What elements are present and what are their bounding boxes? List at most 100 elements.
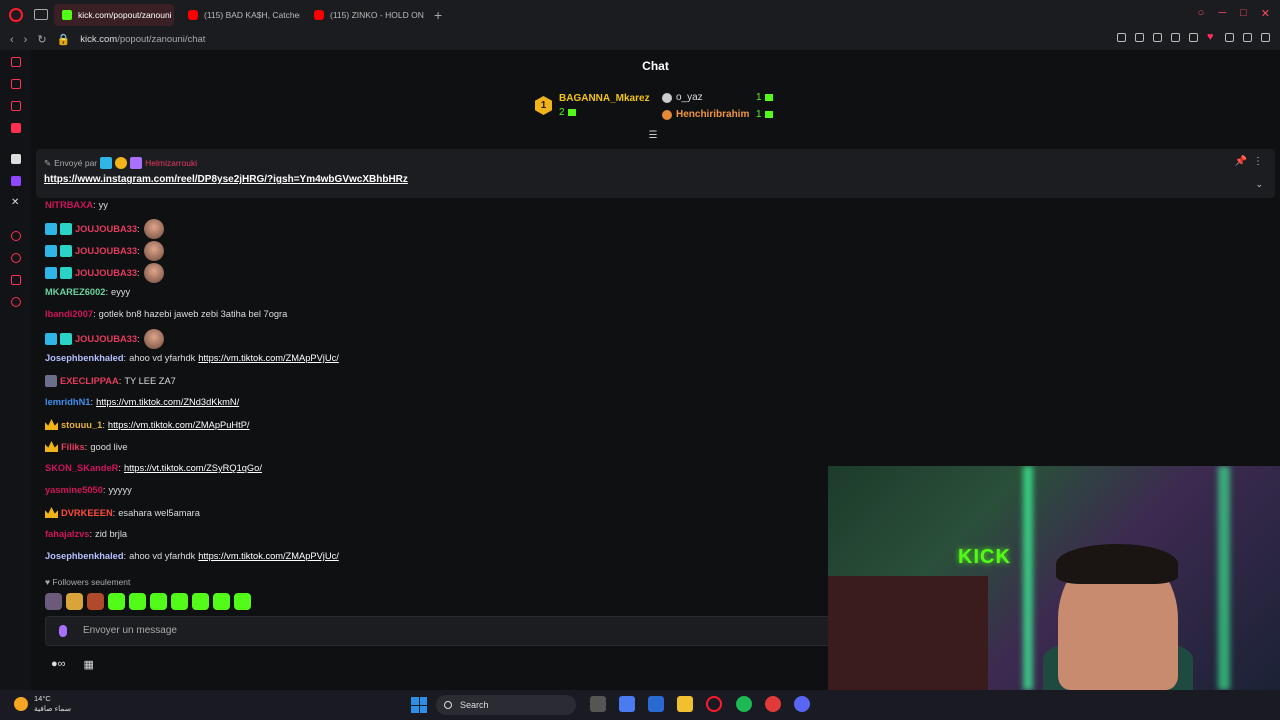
pinned-header: ✎ Envoyé par Helmizarrouki — [44, 157, 197, 169]
x-icon[interactable]: ✕ — [11, 198, 21, 208]
pinned-link[interactable]: https://www.instagram.com/reel/DP8yse2jH… — [44, 174, 408, 185]
chat-username[interactable]: DVRKEEEN — [61, 508, 113, 518]
chat-message-input[interactable]: Envoyer un message — [45, 616, 845, 646]
message-link[interactable]: https://vm.tiktok.com/ZMApPVjUc/ — [198, 551, 339, 561]
leaderboard-user-2[interactable]: o_yaz — [676, 92, 703, 103]
opera-logo-icon[interactable] — [9, 7, 23, 22]
emote-icon[interactable] — [129, 593, 146, 610]
tab-kick-chat[interactable]: kick.com/popout/zanouni — [54, 3, 174, 26]
heart-icon[interactable]: ♥ — [1207, 32, 1216, 43]
chat-username[interactable]: Josephbenkhaled — [45, 353, 124, 363]
emote-icon[interactable] — [66, 593, 83, 610]
store-icon[interactable]: ▦ — [84, 658, 94, 671]
search-tabs-icon[interactable]: ○ — [1198, 7, 1205, 20]
chat-username[interactable]: JOUJOUBA33 — [75, 246, 137, 256]
message-link[interactable]: https://vt.tiktok.com/ZSyRQ1qGo/ — [124, 463, 262, 473]
more-options-icon[interactable]: ⋮ — [1253, 156, 1263, 167]
download-icon[interactable] — [1225, 33, 1234, 42]
tab-youtube-1[interactable]: (115) BAD KA$H, Catcher — [180, 4, 300, 26]
spotify-icon[interactable] — [736, 696, 752, 712]
menu-icon[interactable] — [1261, 33, 1270, 42]
badge-icon — [60, 223, 72, 235]
chat-username[interactable]: fahajalzvs — [45, 529, 89, 539]
minimize-icon[interactable]: ─ — [1218, 7, 1226, 20]
settings-icon[interactable] — [11, 297, 21, 307]
chat-username[interactable]: lemridhN1 — [45, 397, 90, 407]
discord-icon[interactable] — [794, 696, 810, 712]
mic-icon[interactable] — [59, 625, 67, 637]
chat-message: JOUJOUBA33: — [45, 263, 164, 283]
snapshot-icon[interactable] — [1153, 33, 1162, 42]
emote-icon[interactable] — [150, 593, 167, 610]
speed-dial-icon[interactable] — [11, 57, 21, 67]
chat-username[interactable]: Filiks — [61, 442, 85, 452]
chat-username[interactable]: Josephbenkhaled — [45, 551, 124, 561]
tab-menu-icon[interactable] — [34, 9, 48, 20]
emote-icon[interactable] — [234, 593, 251, 610]
chat-title: Chat — [642, 59, 669, 73]
tab-youtube-2[interactable]: (115) ZINKO - HOLD ON - — [306, 4, 426, 26]
emote-icon[interactable] — [45, 593, 62, 610]
chat-message: JOUJOUBA33: — [45, 241, 164, 261]
player-icon[interactable] — [1189, 33, 1198, 42]
new-tab-icon[interactable]: + — [434, 7, 442, 23]
message-link[interactable]: https://vm.tiktok.com/ZMApPVjUc/ — [198, 353, 339, 363]
pinboard-icon[interactable] — [11, 275, 21, 285]
history-icon[interactable] — [11, 253, 21, 263]
profile-icon[interactable] — [1243, 33, 1252, 42]
twitch-icon[interactable] — [11, 176, 21, 186]
forward-icon[interactable]: › — [24, 34, 28, 46]
taskbar-search[interactable]: Search — [436, 695, 576, 715]
file-explorer-icon[interactable] — [677, 696, 693, 712]
pinned-user[interactable]: Helmizarrouki — [145, 158, 197, 168]
leaderboard-user-1[interactable]: BAGANNA_Mkarez — [559, 93, 650, 104]
bag-icon[interactable] — [11, 79, 21, 89]
message-link[interactable]: https://vm.tiktok.com/ZNd3dKkmN/ — [96, 397, 239, 407]
app-icon[interactable] — [765, 696, 781, 712]
chat-username[interactable]: stouuu_1 — [61, 420, 102, 430]
chat-username[interactable]: Ibandi2007 — [45, 309, 93, 319]
maximize-icon[interactable]: □ — [1240, 7, 1247, 20]
collapse-leaderboard-icon[interactable]: ☰ — [647, 131, 659, 141]
chat-username[interactable]: NITRBAXA — [45, 200, 93, 210]
chat-username[interactable]: yasmine5050 — [45, 485, 103, 495]
chat-username[interactable]: JOUJOUBA33 — [75, 334, 137, 344]
weather-widget[interactable]: 14°C سماء صافية — [14, 694, 71, 714]
reload-icon[interactable]: ↻ — [37, 33, 46, 46]
emote-icon[interactable] — [192, 593, 209, 610]
store-app-icon[interactable] — [648, 696, 664, 712]
bookmark-icon[interactable] — [1135, 33, 1144, 42]
chat-username[interactable]: EXECLIPPAA — [60, 376, 119, 386]
copilot-icon[interactable] — [619, 696, 635, 712]
chat-message: stouuu_1: https://vm.tiktok.com/ZMApPuHtP… — [45, 419, 249, 430]
extension-icon[interactable] — [1171, 33, 1180, 42]
chat-username[interactable]: SKON_SKandeR — [45, 463, 118, 473]
chevron-down-icon[interactable]: ⌄ — [1255, 179, 1263, 190]
player-sidebar-icon[interactable] — [11, 231, 21, 241]
points-icon[interactable]: ●∞ — [51, 658, 66, 671]
emote-icon[interactable] — [87, 593, 104, 610]
back-icon[interactable]: ‹ — [10, 34, 14, 46]
emote-icon[interactable] — [108, 593, 125, 610]
kick-sidebar-icon[interactable] — [11, 154, 21, 164]
close-icon[interactable]: ✕ — [1261, 7, 1270, 20]
unpin-icon[interactable]: 📌 — [1235, 156, 1247, 167]
messenger-icon[interactable] — [11, 101, 21, 111]
chat-username[interactable]: JOUJOUBA33 — [75, 268, 137, 278]
leaderboard-user-3[interactable]: Henchiribrahim — [676, 109, 749, 120]
chat-username[interactable]: MKAREZ6002 — [45, 287, 105, 297]
windows-start-icon[interactable] — [411, 697, 427, 713]
url-field[interactable]: kick.com/popout/zanouni/chat — [80, 34, 205, 45]
chat-username[interactable]: JOUJOUBA33 — [75, 224, 137, 234]
zoom-icon[interactable] — [1117, 33, 1126, 42]
mail-icon[interactable] — [11, 123, 21, 133]
task-view-icon[interactable] — [590, 696, 606, 712]
emote-icon[interactable] — [213, 593, 230, 610]
address-bar: ‹ › ↻ 🔒 kick.com/popout/zanouni/chat ♥ — [0, 29, 1280, 50]
followers-only-label: Followers seulement — [52, 577, 131, 587]
message-link[interactable]: https://vm.tiktok.com/ZMApPuHtP/ — [108, 420, 250, 430]
emote-icon[interactable] — [171, 593, 188, 610]
tab-label: (115) BAD KA$H, Catcher — [204, 9, 300, 20]
opera-app-icon[interactable] — [706, 696, 722, 712]
leaderboard-count-2: 1 — [756, 92, 773, 103]
